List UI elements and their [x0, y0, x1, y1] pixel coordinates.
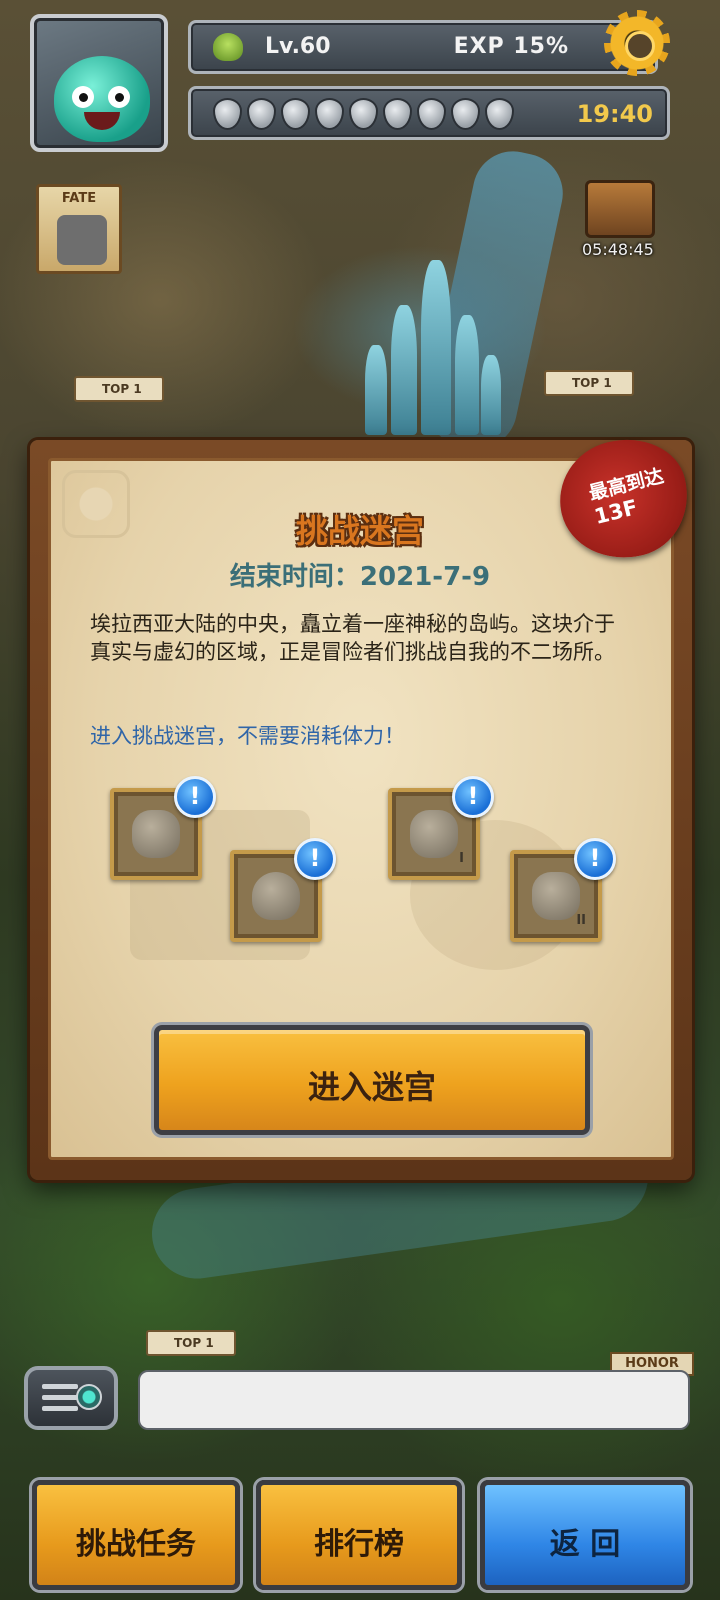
chat-input[interactable] [138, 1370, 690, 1430]
stamina-drop-icon [315, 98, 344, 130]
fate-label: FATE [61, 191, 97, 206]
stamina-timer: 19:40 [576, 100, 653, 128]
settings-gear-icon[interactable] [604, 10, 670, 76]
map-castle [355, 255, 505, 435]
level-text: Lv.60 [265, 34, 331, 59]
slime-i-icon [410, 810, 458, 858]
back-label: 返 回 [549, 1527, 621, 1562]
treasure-chest-icon[interactable] [585, 180, 655, 238]
chat-radio-icon[interactable] [24, 1366, 118, 1430]
stamina-drop-icon [247, 98, 276, 130]
stamina-drops [213, 98, 514, 130]
enter-maze-label: 进入迷宫 [307, 1068, 436, 1106]
stamina-drop-icon [349, 98, 378, 130]
leaderboard-label: 排行榜 [314, 1527, 404, 1562]
end-time: 结束时间：2021-7-9 [229, 562, 491, 592]
fate-badge[interactable]: FATE [36, 184, 122, 274]
stamina-bar[interactable]: 19:40 [188, 86, 670, 140]
info-alert-icon[interactable]: ! [452, 776, 494, 818]
top-rank-sign: TOP 1 [544, 370, 634, 396]
tier-mark: II [576, 913, 586, 928]
back-button[interactable]: 返 回 [480, 1480, 690, 1590]
level-bar: Lv.60 EXP 15% [188, 20, 658, 74]
tier-mark: I [459, 851, 464, 866]
leaf-shield-icon [252, 872, 300, 920]
exp-text: EXP 15% [453, 34, 569, 59]
info-alert-icon[interactable]: ! [294, 838, 336, 880]
panel-description: 埃拉西亚大陆的中央，矗立着一座神秘的岛屿。这块介于真实与虚幻的区域，正是冒险者们… [90, 612, 615, 664]
stamina-drop-icon [485, 98, 514, 130]
player-avatar[interactable] [30, 14, 168, 152]
leaderboard-button[interactable]: 排行榜 [256, 1480, 462, 1590]
info-alert-icon[interactable]: ! [174, 776, 216, 818]
no-stamina-note: 进入挑战迷宫，不需要消耗体力！ [90, 724, 405, 748]
top-rank-sign: TOP 1 [146, 1330, 236, 1356]
chest-timer: 05:48:45 [582, 240, 654, 259]
top-rank-sign: TOP 1 [74, 376, 164, 402]
stamina-drop-icon [213, 98, 242, 130]
enter-maze-button[interactable]: 进入迷宫 [154, 1025, 590, 1135]
stamina-drop-icon [281, 98, 310, 130]
info-alert-icon[interactable]: ! [574, 838, 616, 880]
fate-statue-icon [57, 215, 107, 265]
tree-icon [213, 33, 243, 61]
slime-ii-icon [532, 872, 580, 920]
stamina-drop-icon [417, 98, 446, 130]
stamina-drop-icon [451, 98, 480, 130]
challenge-tasks-label: 挑战任务 [76, 1527, 196, 1562]
stamina-drop-icon [383, 98, 412, 130]
urn-icon [132, 810, 180, 858]
panel-title: 挑战迷宫 [295, 512, 424, 550]
avatar-slime-icon [54, 56, 150, 142]
challenge-tasks-button[interactable]: 挑战任务 [32, 1480, 240, 1590]
